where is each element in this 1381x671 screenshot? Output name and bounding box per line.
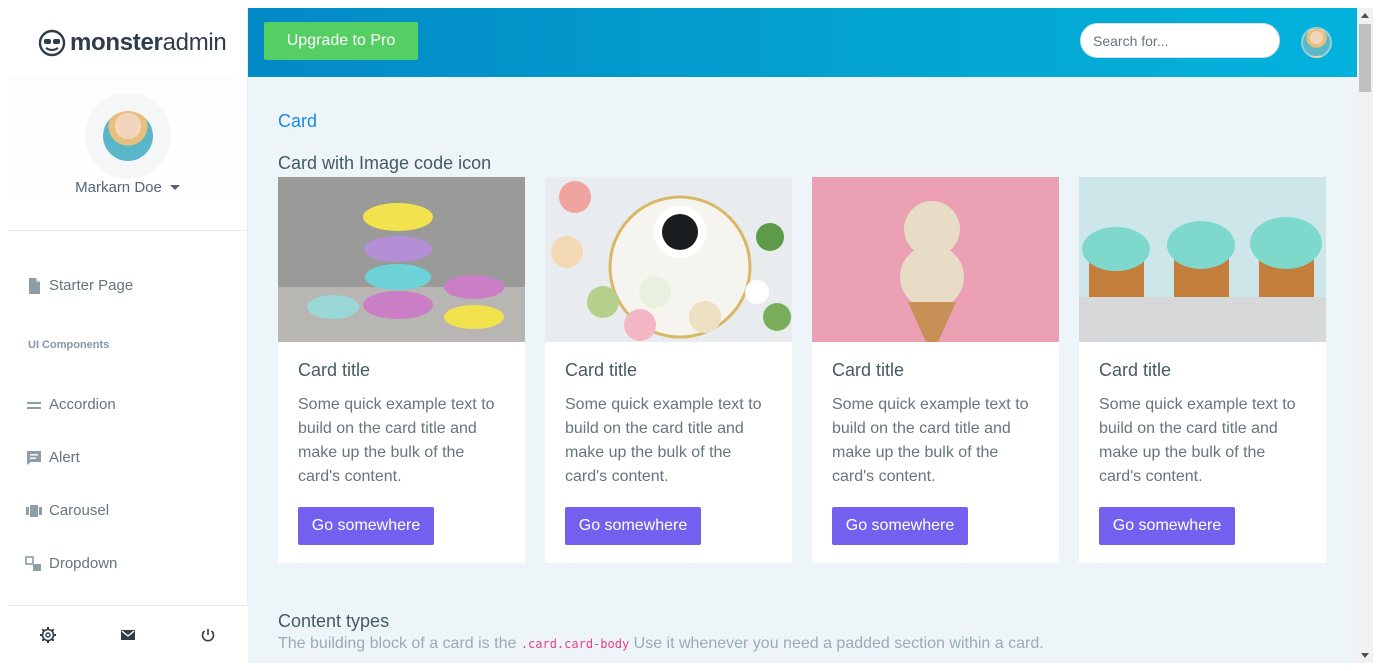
monster-logo-icon <box>38 29 66 56</box>
card-title: Card title <box>565 360 638 380</box>
sidebar-item-label: Alert <box>49 449 80 466</box>
card-text: Some quick example text to build on the … <box>565 396 762 485</box>
go-somewhere-button[interactable]: Go somewhere <box>832 507 968 545</box>
power-icon[interactable] <box>199 626 217 644</box>
content-desc-pre: The building block of a card is the <box>278 635 521 652</box>
sidebar-section-label: UI Components <box>28 339 110 351</box>
sidebar-item-accordion[interactable]: Accordion <box>8 378 247 431</box>
sidebar-item-label: Accordion <box>49 396 116 413</box>
sidebar-item-label: Dropdown <box>49 555 118 572</box>
cupcakes-image <box>1079 177 1326 342</box>
card-text: Some quick example text to build on the … <box>832 396 1029 485</box>
card-list: Card title Some quick example text to bu… <box>278 177 1326 563</box>
card: Card title Some quick example text to bu… <box>1079 177 1326 563</box>
content-types-title: Content types <box>278 611 390 631</box>
equals-icon <box>27 401 41 409</box>
sidebar-item-carousel[interactable]: Carousel <box>8 484 247 537</box>
logo[interactable]: monsteradmin <box>8 8 247 77</box>
app-frame: monsteradmin Markarn Doe Starter Page UI… <box>8 8 1373 663</box>
vertical-scrollbar[interactable] <box>1357 8 1373 663</box>
message-alert-icon <box>27 450 41 465</box>
carousel-icon <box>26 504 42 517</box>
user-profile: Markarn Doe <box>8 77 247 231</box>
mail-icon[interactable] <box>119 626 137 644</box>
user-avatar[interactable] <box>1301 27 1332 58</box>
coffee-macarons-image <box>545 177 792 342</box>
macarons-stack-image <box>278 177 525 342</box>
main-content: Card Card with Image code icon Card titl <box>248 77 1357 663</box>
card-text: Some quick example text to build on the … <box>1099 396 1296 485</box>
code-snippet: .card.card-body <box>520 637 630 651</box>
file-icon <box>29 277 40 294</box>
profile-name: Markarn Doe <box>75 179 162 196</box>
content-types-description: The building block of a card is the .car… <box>278 635 1044 653</box>
caret-down-icon <box>169 185 180 190</box>
scroll-thumb[interactable] <box>1359 24 1371 92</box>
card-title: Card title <box>1099 360 1172 380</box>
sidebar-item-starter-page[interactable]: Starter Page <box>8 259 247 312</box>
breadcrumb[interactable]: Card <box>278 111 317 132</box>
avatar-image <box>102 111 153 161</box>
ice-cream-cone-image <box>812 177 1059 342</box>
sidebar-nav: Starter Page UI Components Accordion Ale… <box>8 231 247 590</box>
avatar <box>84 93 171 179</box>
topbar: Upgrade to Pro <box>248 8 1357 77</box>
go-somewhere-button[interactable]: Go somewhere <box>565 507 701 545</box>
sidebar-item-dropdown[interactable]: Dropdown <box>8 537 247 590</box>
section-title: Card with Image code icon <box>278 153 492 173</box>
upgrade-button[interactable]: Upgrade to Pro <box>264 22 418 60</box>
search-input[interactable] <box>1093 32 1274 49</box>
profile-dropdown[interactable]: Markarn Doe <box>75 179 180 196</box>
brand-name: monsteradmin <box>70 28 227 56</box>
sidebar-item-label: Carousel <box>49 502 110 519</box>
gear-icon[interactable] <box>39 626 57 644</box>
card-title: Card title <box>832 360 905 380</box>
dropdown-icon <box>25 555 41 571</box>
card: Card title Some quick example text to bu… <box>545 177 792 563</box>
scroll-down-icon[interactable] <box>1361 653 1369 658</box>
search-box <box>1080 23 1280 58</box>
sidebar-footer <box>8 605 248 663</box>
card-title: Card title <box>298 360 371 380</box>
go-somewhere-button[interactable]: Go somewhere <box>1099 507 1235 545</box>
card: Card title Some quick example text to bu… <box>812 177 1059 563</box>
sidebar-item-alert[interactable]: Alert <box>8 431 247 484</box>
card: Card title Some quick example text to bu… <box>278 177 525 563</box>
go-somewhere-button[interactable]: Go somewhere <box>298 507 434 545</box>
card-text: Some quick example text to build on the … <box>298 396 495 485</box>
scroll-up-icon[interactable] <box>1361 13 1369 18</box>
content-desc-post: Use it whenever you need a padded sectio… <box>629 635 1044 652</box>
sidebar: monsteradmin Markarn Doe Starter Page UI… <box>8 8 248 663</box>
sidebar-item-label: Starter Page <box>49 277 134 294</box>
